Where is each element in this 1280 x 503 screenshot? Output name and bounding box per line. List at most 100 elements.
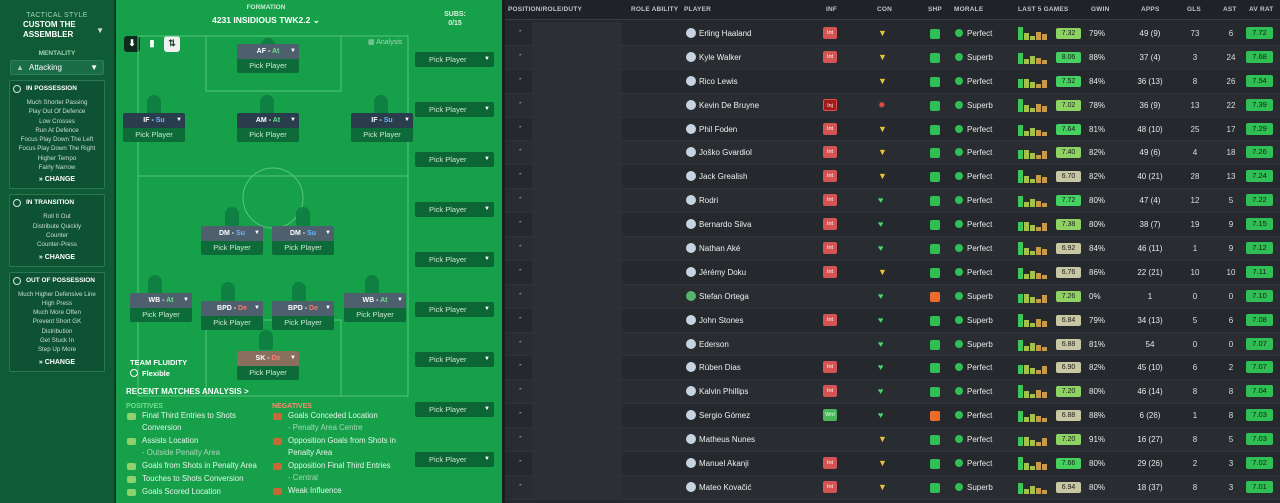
- col-inf[interactable]: INF: [826, 6, 837, 13]
- player-name[interactable]: Joško Gvardiol: [699, 148, 752, 157]
- recent-matches-analysis-link[interactable]: RECENT MATCHES ANALYSIS >: [126, 387, 249, 396]
- table-row[interactable]: - Rodri Int ♥ Perfect 7.72 80% 47 (4) 12 5 7.22: [505, 189, 1280, 214]
- col-position[interactable]: POSITION/ROLE/DUTY: [508, 6, 582, 13]
- player-name[interactable]: Mateo Kovačić: [699, 483, 751, 492]
- col-avrat[interactable]: AV RAT: [1249, 6, 1273, 13]
- sub-slot[interactable]: Pick Player ▼: [415, 202, 494, 217]
- table-row[interactable]: - Kalvin Phillips Int ♥ Perfect 7.20 80% 46 (14…: [505, 380, 1280, 405]
- sub-slot[interactable]: Pick Player ▼: [415, 52, 494, 67]
- table-row[interactable]: - Rúben Dias Int ♥ Perfect 6.90 82% 45 (10) 6 2 7.…: [505, 356, 1280, 381]
- position-cell[interactable]: [532, 452, 622, 476]
- position-af[interactable]: AF - At ▼ Pick Player: [237, 44, 299, 75]
- table-row[interactable]: - Joško Gvardiol Int ▼ Perfect 7.40 82% 49 (6) 4…: [505, 141, 1280, 166]
- col-apps[interactable]: APPS: [1141, 6, 1160, 13]
- position-wb-left[interactable]: WB - At ▼ Pick Player: [130, 293, 192, 324]
- position-cell[interactable]: [532, 237, 622, 261]
- table-row[interactable]: - Kyle Walker Int ▼ Superb 8.06 88% 37 (4) 3 24 7.…: [505, 45, 1280, 70]
- col-gls[interactable]: GLS: [1187, 6, 1201, 13]
- position-cell[interactable]: [532, 356, 622, 380]
- col-gwin[interactable]: GWIN: [1091, 6, 1110, 13]
- sub-slot[interactable]: Pick Player ▼: [415, 102, 494, 117]
- position-am[interactable]: AM - At ▼ Pick Player: [237, 113, 299, 144]
- table-row[interactable]: - Manuel Akanji Int ▼ Perfect 7.66 80% 29 (26) 2…: [505, 452, 1280, 476]
- table-row[interactable]: - Sergio Gómez Wnt ♥ Perfect 6.88 88% 6 (26) 1 8 7…: [505, 404, 1280, 429]
- position-cell[interactable]: [532, 45, 622, 69]
- table-row[interactable]: - Nathan Aké Int ♥ Perfect 6.92 84% 46 (11) 1 9 7.…: [505, 237, 1280, 261]
- player-name[interactable]: Bernardo Silva: [699, 220, 751, 229]
- in-possession-change-button[interactable]: » CHANGE: [12, 176, 102, 183]
- out-of-possession-change-button[interactable]: » CHANGE: [12, 359, 102, 366]
- position-cell[interactable]: [532, 404, 622, 428]
- position-cell[interactable]: [532, 117, 622, 141]
- tactical-style-dropdown[interactable]: CUSTOM THE ASSEMBLER ▼: [0, 20, 114, 40]
- table-row[interactable]: - Stefan Ortega ♥ Superb 7.26 0% 1 0 0 7.10: [505, 284, 1280, 309]
- player-name[interactable]: Sergio Gómez: [699, 411, 750, 420]
- position-cell[interactable]: [532, 22, 622, 45]
- table-row[interactable]: - Kevin De Bruyne Inj ✸ Superb 7.02 78% 36 (9) 1…: [505, 93, 1280, 118]
- player-name[interactable]: Kevin De Bruyne: [699, 101, 759, 110]
- col-con[interactable]: CON: [877, 6, 892, 13]
- position-bpd-right[interactable]: BPD - De ▼ Pick Player: [272, 301, 334, 332]
- col-last5[interactable]: LAST 5 GAMES: [1018, 6, 1068, 13]
- position-cell[interactable]: [532, 141, 622, 165]
- position-cell[interactable]: [532, 475, 622, 499]
- table-row[interactable]: - Bernardo Silva Int ♥ Perfect 7.38 80% 38 (7) 1…: [505, 213, 1280, 238]
- player-name[interactable]: Rúben Dias: [699, 363, 741, 372]
- table-row[interactable]: - Erling Haaland Int ▼ Perfect 7.32 79% 49 (9) 7…: [505, 22, 1280, 46]
- mentality-select[interactable]: ▲ Attacking ▼: [10, 60, 104, 75]
- col-shp[interactable]: SHP: [928, 6, 942, 13]
- table-row[interactable]: - Matheus Nunes ▼ Perfect 7.20 91% 16 (27) 8 5 7.…: [505, 428, 1280, 453]
- position-dm-left[interactable]: DM - Su ▼ Pick Player: [201, 226, 263, 257]
- player-name[interactable]: Ederson: [699, 340, 729, 349]
- instruction-item: Much More Often: [33, 309, 81, 317]
- position-cell[interactable]: [532, 428, 622, 452]
- sub-slot[interactable]: Pick Player ▼: [415, 452, 494, 467]
- player-name[interactable]: Nathan Aké: [699, 244, 740, 253]
- player-name[interactable]: Kyle Walker: [699, 53, 741, 62]
- position-cell[interactable]: [532, 93, 622, 117]
- table-row[interactable]: - Jérémy Doku Int ▼ Perfect 6.76 86% 22 (21) 10 1…: [505, 260, 1280, 285]
- sub-slot[interactable]: Pick Player ▼: [415, 352, 494, 367]
- position-cell[interactable]: [532, 165, 622, 189]
- player-name[interactable]: Kalvin Phillips: [699, 387, 748, 396]
- position-dm-right[interactable]: DM - Su ▼ Pick Player: [272, 226, 334, 257]
- table-row[interactable]: - Jack Grealish Int ▼ Perfect 6.70 82% 40 (21) 2…: [505, 165, 1280, 190]
- position-cell[interactable]: [532, 308, 622, 332]
- player-name[interactable]: Stefan Ortega: [699, 292, 749, 301]
- player-name[interactable]: Phil Foden: [699, 125, 737, 134]
- player-name[interactable]: Jack Grealish: [699, 172, 747, 181]
- col-role-ability[interactable]: ROLE ABILITY: [631, 6, 678, 13]
- col-player[interactable]: PLAYER: [684, 6, 711, 13]
- position-if-left[interactable]: IF - Su ▼ Pick Player: [123, 113, 185, 144]
- player-name[interactable]: Jérémy Doku: [699, 268, 746, 277]
- player-name[interactable]: Rico Lewis: [699, 77, 738, 86]
- position-cell[interactable]: [532, 69, 622, 93]
- position-cell[interactable]: [532, 189, 622, 213]
- table-row[interactable]: - John Stones Int ♥ Superb 6.84 79% 34 (13) 5 6 7.…: [505, 308, 1280, 333]
- col-ast[interactable]: AST: [1223, 6, 1237, 13]
- player-name[interactable]: Matheus Nunes: [699, 435, 755, 444]
- table-row[interactable]: - Ederson ♥ Superb 6.88 81% 54 0 0 7.07: [505, 332, 1280, 357]
- table-row[interactable]: - Mateo Kovačić Int ▼ Superb 6.94 80% 18 (37) 8 3…: [505, 475, 1280, 500]
- player-name[interactable]: John Stones: [699, 316, 743, 325]
- position-cell[interactable]: [532, 260, 622, 284]
- player-name[interactable]: Manuel Akanji: [699, 459, 749, 468]
- in-transition-change-button[interactable]: » CHANGE: [12, 254, 102, 261]
- table-row[interactable]: - Phil Foden Int ▼ Perfect 7.64 81% 48 (10) 25 17…: [505, 117, 1280, 142]
- position-cell[interactable]: [532, 380, 622, 404]
- player-name[interactable]: Erling Haaland: [699, 29, 751, 38]
- position-cell[interactable]: [532, 332, 622, 356]
- position-bpd-left[interactable]: BPD - De ▼ Pick Player: [201, 301, 263, 332]
- position-wb-right[interactable]: WB - At ▼ Pick Player: [344, 293, 406, 324]
- position-cell[interactable]: [532, 284, 622, 308]
- sub-slot[interactable]: Pick Player ▼: [415, 252, 494, 267]
- sub-slot[interactable]: Pick Player ▼: [415, 152, 494, 167]
- player-name[interactable]: Rodri: [699, 196, 718, 205]
- table-row[interactable]: - Rico Lewis ▼ Perfect 7.52 84% 36 (13) 8 26 7.54: [505, 69, 1280, 94]
- sub-slot[interactable]: Pick Player ▼: [415, 402, 494, 417]
- position-if-right[interactable]: IF - Su ▼ Pick Player: [351, 113, 413, 144]
- position-cell[interactable]: [532, 213, 622, 237]
- position-sk[interactable]: SK - De ▼ Pick Player: [237, 351, 299, 382]
- col-morale[interactable]: MORALE: [954, 6, 983, 13]
- sub-slot[interactable]: Pick Player ▼: [415, 302, 494, 317]
